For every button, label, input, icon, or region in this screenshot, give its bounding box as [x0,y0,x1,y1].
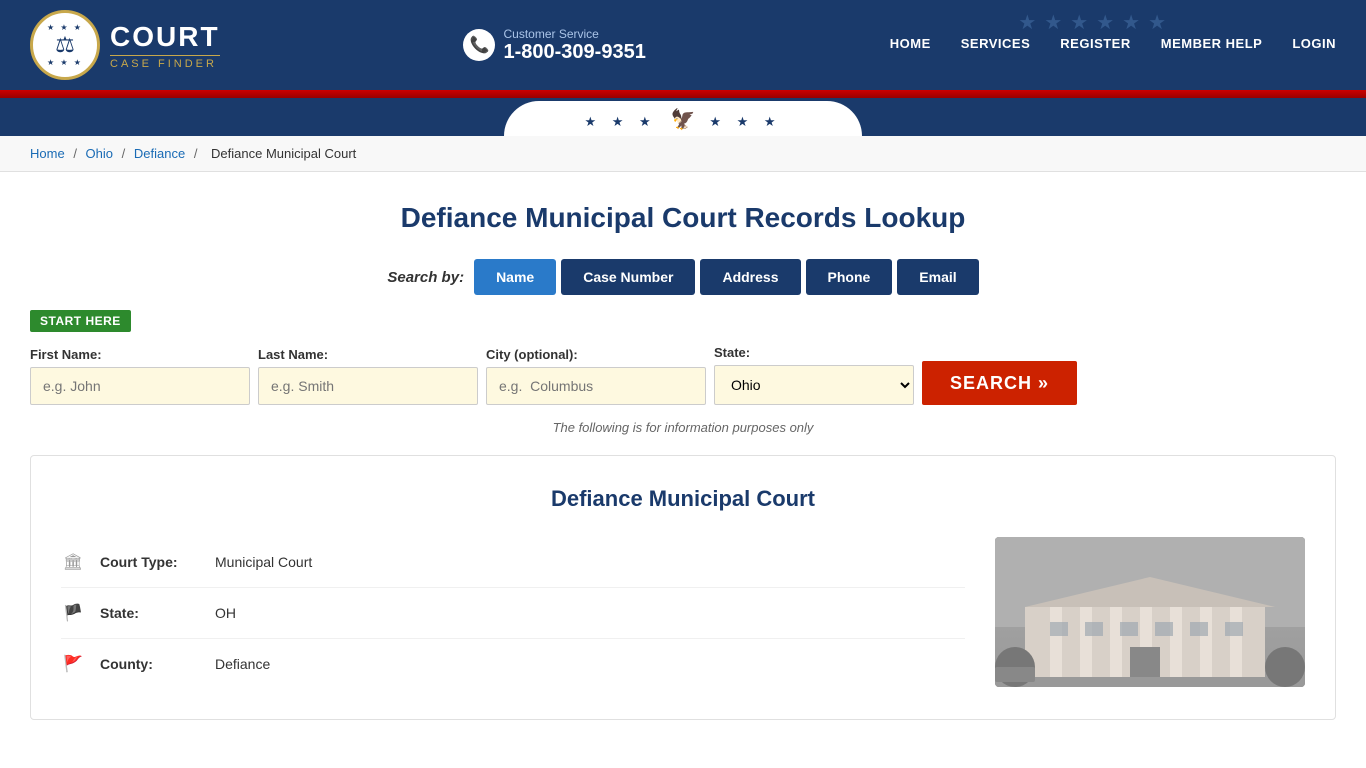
logo-case-finder-label: CASE FINDER [110,55,220,70]
tab-case-number[interactable]: Case Number [561,259,695,295]
nav-services[interactable]: SERVICES [961,36,1031,55]
tab-name[interactable]: Name [474,259,556,295]
page-title: Defiance Municipal Court Records Lookup [30,202,1336,234]
nav-member-help[interactable]: MEMBER HELP [1161,36,1263,55]
breadcrumb-defiance[interactable]: Defiance [134,146,185,161]
state-value: OH [215,605,236,621]
court-info-content: 🏛 Court Type: Municipal Court 🏴 State: O… [61,537,1305,689]
eagle-stars-right: ★ ★ ★ [709,114,781,129]
detail-row-county: 🚩 County: Defiance [61,639,965,689]
start-here-badge: START HERE [30,310,131,332]
search-form-row: First Name: Last Name: City (optional): … [30,345,1336,405]
court-info-title: Defiance Municipal Court [61,486,1305,512]
nav-home[interactable]: HOME [890,36,931,55]
building-svg [995,537,1305,687]
court-type-value: Municipal Court [215,554,312,570]
main-nav: HOME SERVICES REGISTER MEMBER HELP LOGIN [890,36,1336,55]
city-label: City (optional): [486,347,706,362]
nav-register[interactable]: REGISTER [1060,36,1130,55]
county-icon: 🚩 [61,654,85,674]
eagle-area: ★ ★ ★ 🦅 ★ ★ ★ [504,101,861,136]
last-name-label: Last Name: [258,347,478,362]
court-details: 🏛 Court Type: Municipal Court 🏴 State: O… [61,537,965,689]
search-by-label: Search by: [387,269,464,286]
logo-inner: ★ ★ ★ ⚖ ★ ★ ★ [47,23,83,67]
court-info-box: Defiance Municipal Court 🏛 Court Type: M… [30,455,1336,720]
breadcrumb-ohio[interactable]: Ohio [86,146,113,161]
logo-text: COURT CASE FINDER [110,21,220,70]
logo-area: ★ ★ ★ ⚖ ★ ★ ★ COURT CASE FINDER [30,10,220,80]
city-input[interactable] [486,367,706,405]
main-content: Defiance Municipal Court Records Lookup … [0,172,1366,750]
state-icon: 🏴 [61,603,85,623]
search-section: Search by: Name Case Number Address Phon… [30,259,1336,435]
red-banner [0,90,1366,98]
county-value: Defiance [215,656,270,672]
city-group: City (optional): [486,347,706,405]
court-type-icon: 🏛 [61,552,85,572]
search-by-row: Search by: Name Case Number Address Phon… [30,259,1336,295]
state-group: State: Ohio Alabama Alaska Arizona Calif… [714,345,914,405]
breadcrumb: Home / Ohio / Defiance / Defiance Munici… [0,136,1366,172]
detail-row-court-type: 🏛 Court Type: Municipal Court [61,537,965,588]
state-label-detail: State: [100,605,200,621]
header: ★ ★ ★ ★ ★ ★ ★ ★ ★ ⚖ ★ ★ ★ COURT CASE FIN… [0,0,1366,90]
state-label: State: [714,345,914,360]
customer-service-label: Customer Service [503,27,645,41]
tab-address[interactable]: Address [700,259,800,295]
eagle-banner: ★ ★ ★ 🦅 ★ ★ ★ [0,98,1366,136]
eagle-stars-left: ★ ★ ★ [584,114,656,129]
court-type-label: Court Type: [100,554,200,570]
eagle-icon: 🦅 [671,109,696,131]
last-name-input[interactable] [258,367,478,405]
first-name-label: First Name: [30,347,250,362]
phone-number: 1-800-309-9351 [503,41,645,64]
court-building-image [995,537,1305,687]
scales-icon: ⚖ [47,32,83,58]
info-note: The following is for information purpose… [30,420,1336,435]
detail-row-state: 🏴 State: OH [61,588,965,639]
first-name-group: First Name: [30,347,250,405]
breadcrumb-current: Defiance Municipal Court [211,146,356,161]
nav-login[interactable]: LOGIN [1292,36,1336,55]
phone-area: 📞 Customer Service 1-800-309-9351 [463,27,645,64]
county-label: County: [100,656,200,672]
first-name-input[interactable] [30,367,250,405]
last-name-group: Last Name: [258,347,478,405]
tab-phone[interactable]: Phone [806,259,893,295]
state-select[interactable]: Ohio Alabama Alaska Arizona California C… [714,365,914,405]
breadcrumb-home[interactable]: Home [30,146,65,161]
phone-icon: 📞 [463,29,495,61]
logo-court-label: COURT [110,21,220,53]
decorative-stars: ★ ★ ★ ★ ★ ★ [1018,10,1166,35]
search-button[interactable]: SEARCH » [922,361,1077,405]
tab-email[interactable]: Email [897,259,978,295]
logo-circle: ★ ★ ★ ⚖ ★ ★ ★ [30,10,100,80]
